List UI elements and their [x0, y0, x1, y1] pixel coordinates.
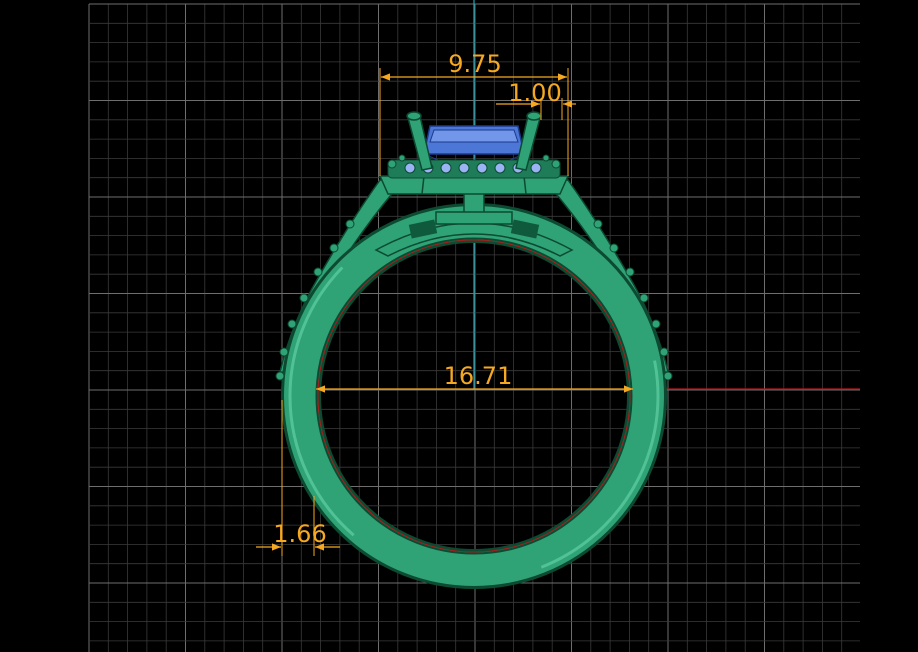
halo-basket [378, 175, 570, 195]
shank-thickness-value: 1.66 [273, 520, 326, 548]
center-post-base [435, 211, 513, 225]
prong-width-value: 1.00 [508, 79, 561, 107]
cad-viewport[interactable]: 9.75 1.00 16.71 1.66 [0, 0, 918, 652]
inner-diameter-value: 16.71 [444, 362, 513, 390]
head-width-value: 9.75 [448, 50, 501, 78]
